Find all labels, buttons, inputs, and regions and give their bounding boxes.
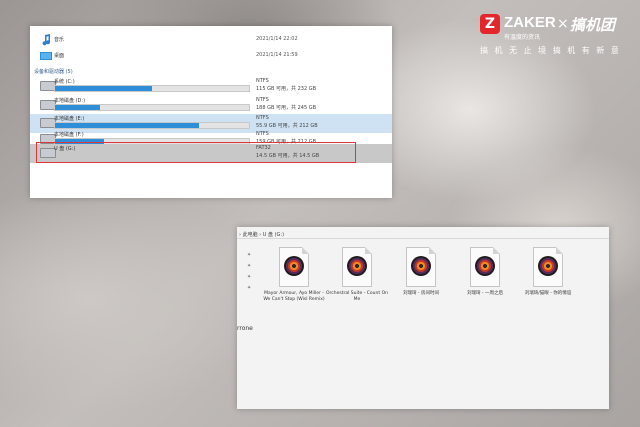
pin-icon[interactable]: ✦ (247, 286, 251, 291)
list-item[interactable]: 音乐 2021/1/14 22:02 (30, 34, 392, 47)
brand-tagline: 有温度的资讯 (504, 34, 541, 41)
file-name: 刘瑞琦 - 一周之后 (467, 291, 503, 296)
drive-usage-bar (54, 122, 250, 129)
drive-filesystem: NTFS (256, 115, 269, 121)
zaker-logo-icon: Z (480, 14, 500, 34)
zaker-watermark: Z ZAKER × 搞机团 有温度的资讯 搞 机 无 止 境 搞 机 有 新 意 (480, 14, 635, 58)
drive-usage-fill (55, 123, 199, 128)
separator: × (557, 16, 569, 32)
file-name: 刘瑞琦/猫眼 - 你的情谊 (524, 291, 572, 296)
drive-filesystem: NTFS (256, 78, 269, 84)
quick-access-pins: ✦ ✦ ✦ ✦ (247, 253, 253, 297)
pin-icon[interactable]: ✦ (247, 264, 251, 269)
pin-icon[interactable]: ✦ (247, 253, 251, 258)
music-file-icon (342, 247, 372, 287)
drive-filesystem: NTFS (256, 97, 269, 103)
drive-free-space: 55.9 GB 可用，共 212 GB (256, 123, 318, 129)
file-name: Orchestral Suite - Count On Me (326, 291, 388, 302)
music-file-icon (533, 247, 563, 287)
item-date: 2021/1/14 22:02 (256, 36, 298, 42)
music-file-icon (470, 247, 500, 287)
file-name: 刘瑞琦 - 房间时间 (403, 291, 439, 296)
divider (237, 238, 609, 239)
slogan: 搞 机 无 止 境 搞 机 有 新 意 (480, 46, 621, 55)
disc-icon (284, 256, 304, 276)
file-item[interactable]: 刘瑞琦/猫眼 - 你的情谊 (517, 247, 579, 337)
drive-name: 系统 (C:) (54, 79, 75, 85)
file-item[interactable]: 刘瑞琦 - 一周之后 (454, 247, 516, 337)
disc-icon (538, 256, 558, 276)
drive-d[interactable]: 本地磁盘 (D:) NTFS 188 GB 可用，共 245 GB (30, 96, 392, 115)
music-file-icon (279, 247, 309, 287)
drive-free-space: 188 GB 可用，共 245 GB (256, 105, 317, 111)
file-name: Mayor Armour, Ayo Miller - We Can't Stop… (263, 291, 325, 302)
drive-free-space: 115 GB 可用，共 232 GB (256, 86, 317, 92)
partner-brand: 搞机团 (570, 16, 616, 34)
list-item[interactable]: 桌面 2021/1/14 21:59 (30, 50, 392, 63)
drive-filesystem: NTFS (256, 131, 269, 137)
item-name: 音乐 (54, 37, 65, 43)
explorer-this-pc-window: 音乐 2021/1/14 22:02 桌面 2021/1/14 21:59 设备… (30, 26, 392, 198)
desktop-icon (40, 51, 52, 61)
disc-icon (347, 256, 367, 276)
disc-icon (475, 256, 495, 276)
drive-usage-fill (55, 86, 152, 91)
drive-usage-bar (54, 85, 250, 92)
sidebar-label: rrone (237, 325, 253, 332)
drive-c[interactable]: 系统 (C:) NTFS 115 GB 可用，共 232 GB (30, 77, 392, 96)
file-item[interactable]: 刘瑞琦 - 房间时间 (390, 247, 452, 337)
section-header-devices[interactable]: 设备和驱动器 (5) (34, 68, 73, 75)
pin-icon[interactable]: ✦ (247, 275, 251, 280)
music-file-icon (406, 247, 436, 287)
drive-name: 本地磁盘 (F:) (54, 132, 84, 138)
disc-icon (411, 256, 431, 276)
file-item[interactable]: Orchestral Suite - Count On Me (326, 247, 388, 337)
zaker-brand: ZAKER (504, 14, 556, 31)
drive-name: 本地磁盘 (E:) (54, 116, 85, 122)
item-date: 2021/1/14 21:59 (256, 52, 298, 58)
explorer-usb-window: › 此电脑 › U 盘 (G:) ✦ ✦ ✦ ✦ rrone Mayor Arm… (237, 227, 609, 409)
highlight-box (36, 142, 356, 163)
file-item[interactable]: Mayor Armour, Ayo Miller - We Can't Stop… (263, 247, 325, 337)
drive-usage-fill (55, 105, 100, 110)
breadcrumb[interactable]: › 此电脑 › U 盘 (G:) (239, 231, 284, 238)
drive-name: 本地磁盘 (D:) (54, 98, 86, 104)
drive-usage-bar (54, 104, 250, 111)
item-name: 桌面 (54, 53, 65, 59)
music-note-icon (40, 34, 52, 46)
